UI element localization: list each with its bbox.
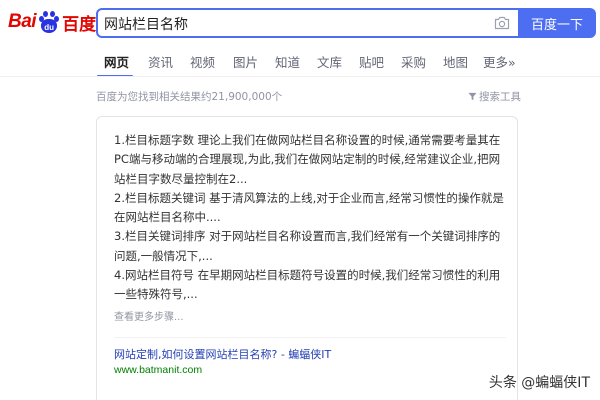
tab-wenku[interactable]: 文库 <box>317 52 342 76</box>
result-title-link[interactable]: 网站定制,如何设置网站栏目名称? - 蝙蝠侠IT <box>114 346 331 362</box>
logo-paw-text: du <box>41 19 58 33</box>
header-divider <box>0 76 600 77</box>
filter-icon <box>468 92 477 101</box>
step-item-1: 1.栏目标题字数 理论上我们在做网站栏目名称设置的时候,通常需要考量其在PC端与… <box>114 133 501 186</box>
baidu-logo[interactable]: Bai du 百度 <box>8 9 96 35</box>
header: Bai du 百度 百度一下 <box>0 0 600 44</box>
tab-web[interactable]: 网页 <box>104 52 129 76</box>
search-tools-label: 搜索工具 <box>479 91 521 103</box>
search-box <box>96 8 520 38</box>
search-button[interactable]: 百度一下 <box>518 8 596 38</box>
tab-video[interactable]: 视频 <box>190 52 215 76</box>
step-item-3: 3.栏目关键词排序 对于网站栏目名称设置而言,我们经常有一个关键词排序的问题,一… <box>114 229 501 263</box>
tab-caigou[interactable]: 采购 <box>401 52 426 76</box>
result-count: 百度为您找到相关结果约21,900,000个 <box>96 91 283 103</box>
result-url: www.batmanit.com <box>114 364 203 376</box>
logo-text-baidu: 百度 <box>62 14 97 35</box>
tab-images[interactable]: 图片 <box>233 52 258 76</box>
result-card: 1.栏目标题字数 理论上我们在做网站栏目名称设置的时候,通常需要考量其在PC端与… <box>96 116 518 400</box>
tab-more[interactable]: 更多» <box>483 52 516 76</box>
search-tools-button[interactable]: 搜索工具 <box>468 89 521 104</box>
step-item-2: 2.栏目标题关键词 基于清风算法的上线,对于企业而言,经常习惯性的操作就是在网站… <box>114 190 504 225</box>
tab-map[interactable]: 地图 <box>443 52 468 76</box>
camera-icon[interactable] <box>494 16 510 30</box>
logo-text-bai: Bai <box>8 11 37 32</box>
tab-zhidao[interactable]: 知道 <box>275 52 300 76</box>
search-input[interactable] <box>104 14 484 34</box>
more-steps-link[interactable]: 查看更多步骤... <box>114 308 506 323</box>
steps-list: 1.栏目标题字数 理论上我们在做网站栏目名称设置的时候,通常需要考量其在PC端与… <box>114 131 506 323</box>
search-tabs: 网页 资讯 视频 图片 知道 文库 贴吧 采购 地图 更多» <box>0 46 600 76</box>
paw-icon: du <box>37 10 61 34</box>
tab-news[interactable]: 资讯 <box>148 52 173 76</box>
tab-tieba[interactable]: 贴吧 <box>359 52 384 76</box>
step-item-4: 4.网站栏目符号 在早期网站栏目标题符号设置的时候,我们经常习惯性的利用一些特殊… <box>114 268 501 302</box>
card-divider <box>114 337 506 338</box>
watermark: 头条 @蝙蝠侠IT <box>488 375 590 391</box>
